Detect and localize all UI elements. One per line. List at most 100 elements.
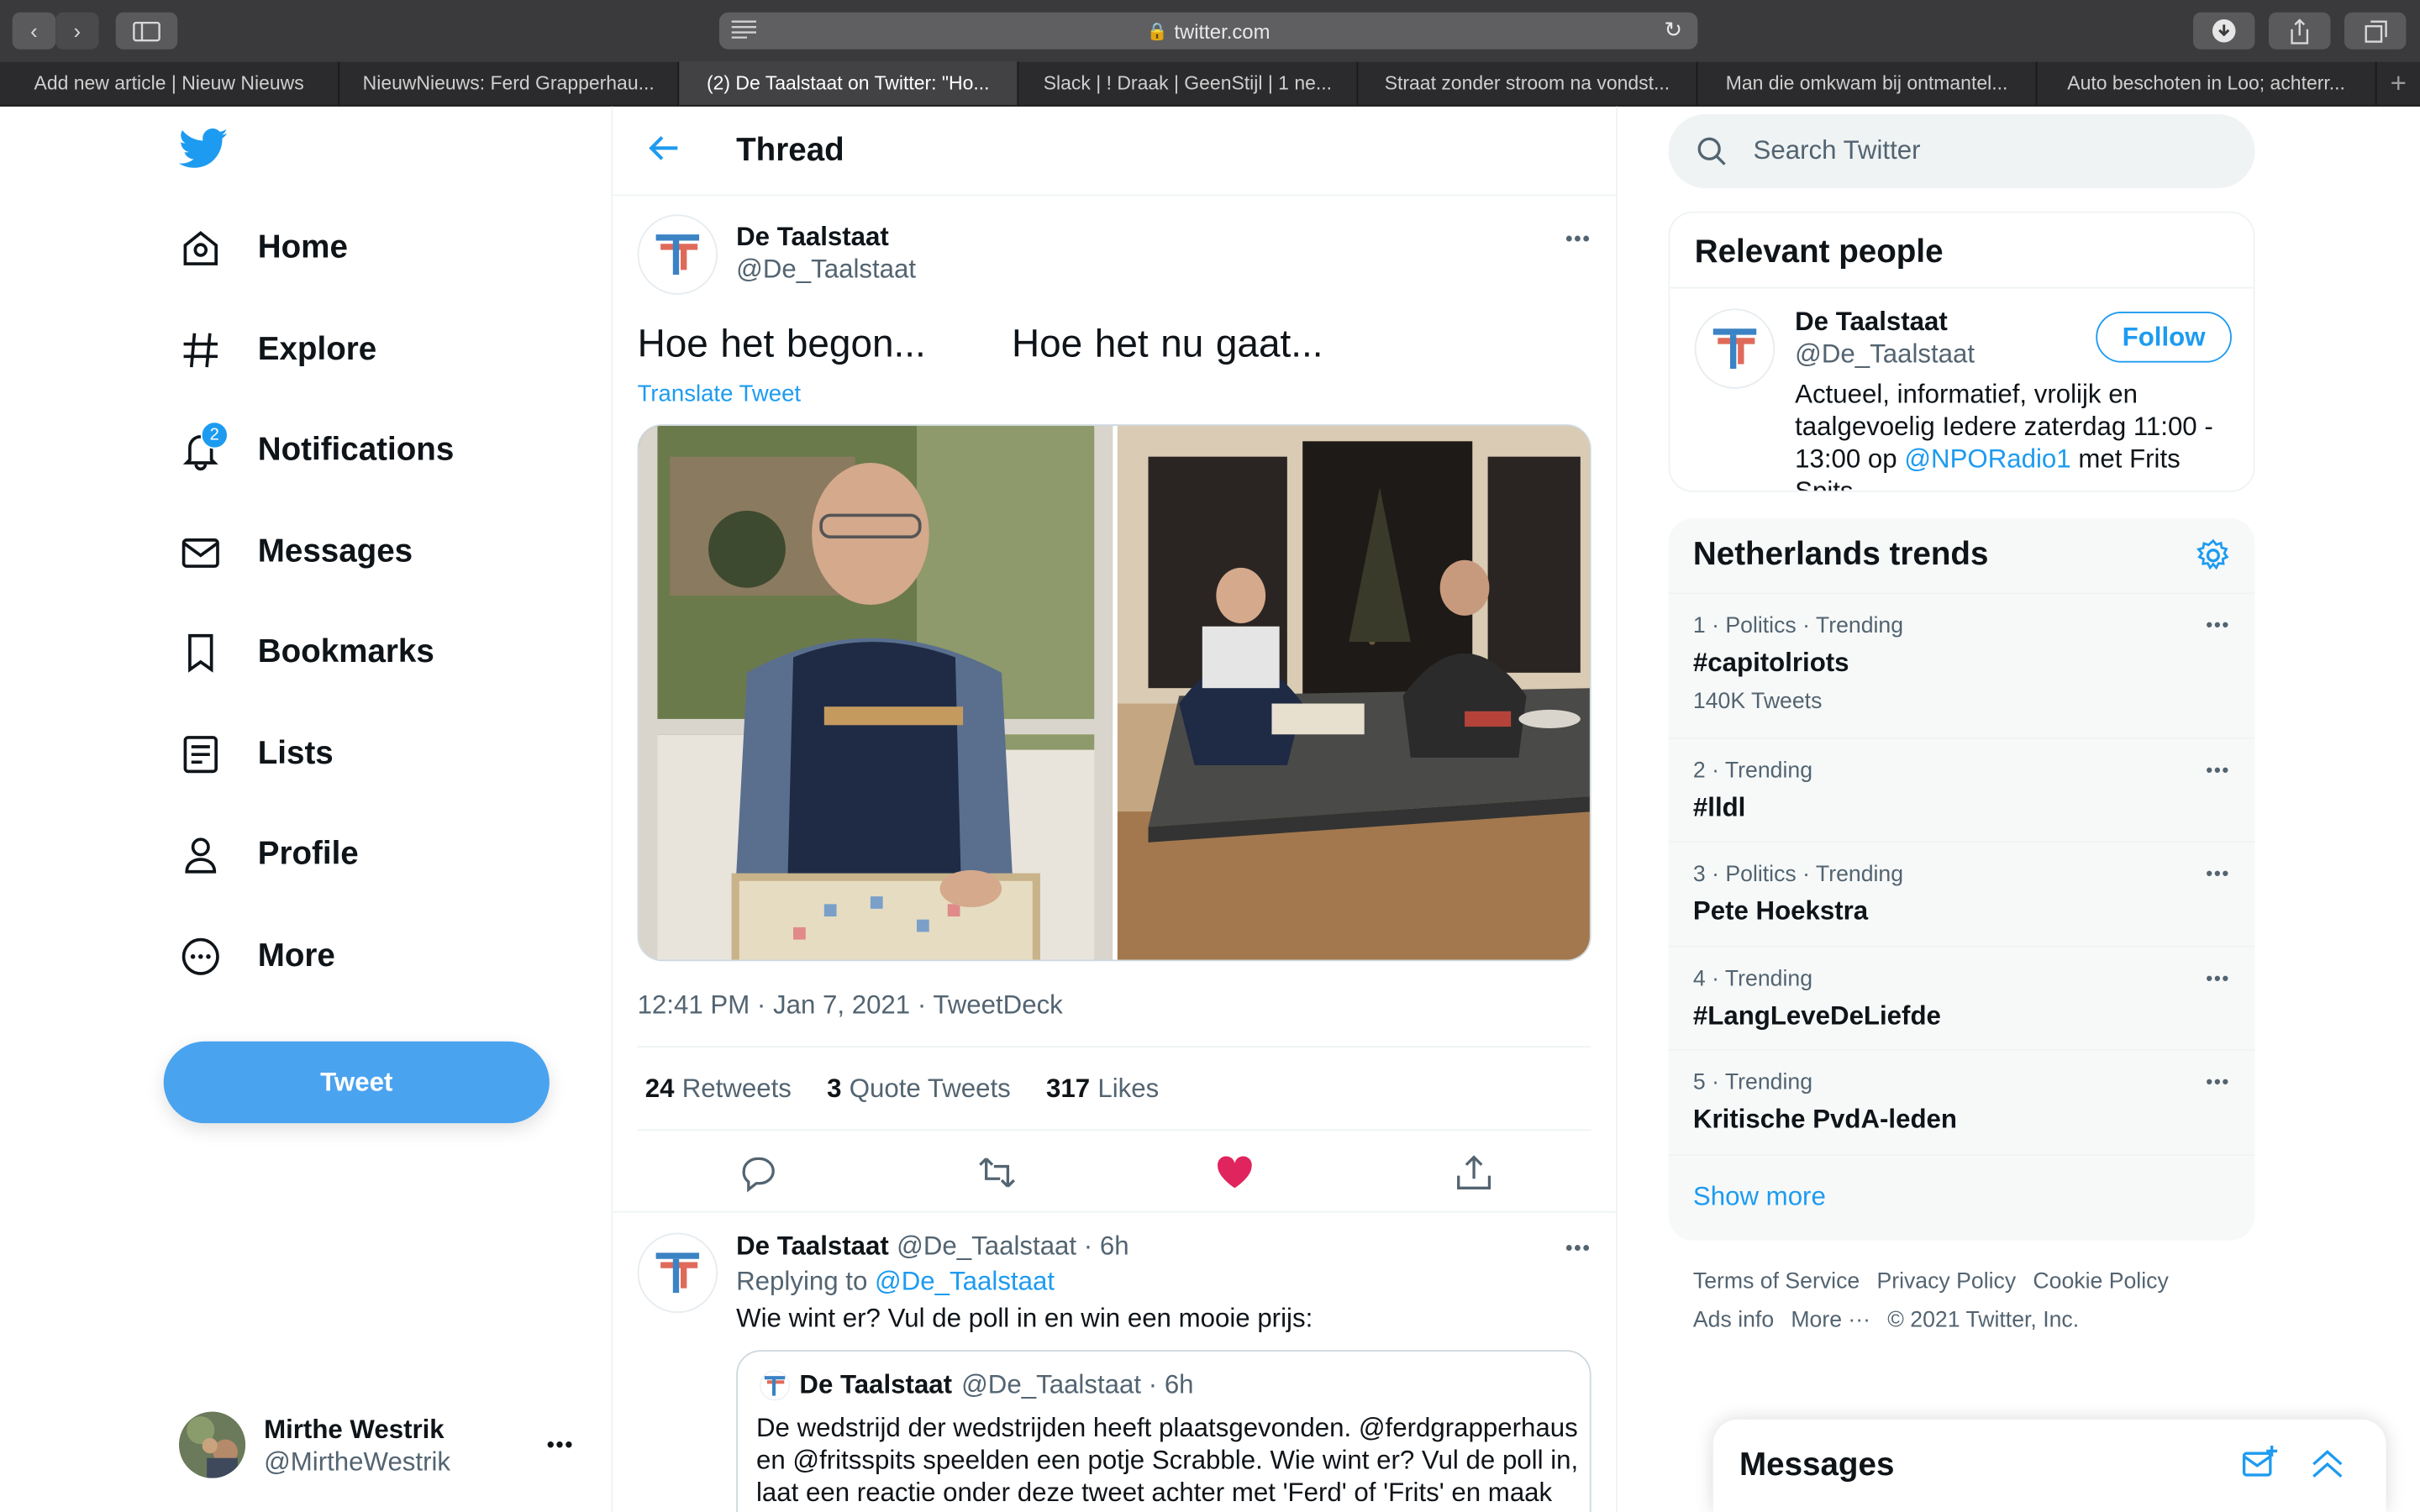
downloads-button[interactable] [2193, 12, 2255, 50]
more-dots-icon[interactable]: ••• [547, 1431, 575, 1456]
author-handle[interactable]: @De_Taalstaat [736, 255, 916, 286]
messages-drawer[interactable]: Messages [1712, 1419, 2386, 1512]
tweet-actions [638, 1131, 1591, 1211]
browser-tab[interactable]: Man die omkwam bij ontmantel... [1697, 61, 2038, 105]
more-dots-icon[interactable]: ••• [2206, 614, 2230, 636]
retweets-stat[interactable]: 24 Retweets [645, 1073, 792, 1104]
tweet-timestamp[interactable]: 12:41 PM · Jan 7, 2021 · TweetDeck [638, 990, 1063, 1021]
quoted-tweet[interactable]: De Taalstaat @De_Taalstaat · 6h De wedst… [736, 1350, 1591, 1512]
person-handle[interactable]: @De_Taalstaat [1795, 339, 1975, 370]
new-tab-button[interactable]: + [2377, 61, 2420, 104]
nav-messages[interactable]: Messages [179, 522, 413, 583]
trend-item[interactable]: 1 · Politics · Trending #capitolriots 14… [1668, 592, 2255, 738]
relevant-people: Relevant people De Taalstaat @De_Taalsta… [1668, 211, 2255, 492]
envelope-icon [182, 538, 219, 568]
nav-lists[interactable]: Lists [179, 723, 334, 785]
tweet-button[interactable]: Tweet [163, 1041, 550, 1124]
tabs-icon [2364, 19, 2386, 42]
more-dots-icon[interactable]: ••• [1565, 227, 1591, 250]
chevron-up-icon[interactable] [2309, 1444, 2346, 1481]
more-dots-icon[interactable]: ••• [1565, 1236, 1591, 1259]
follow-button[interactable]: Follow [2096, 312, 2232, 363]
twitter-logo-icon[interactable] [178, 128, 229, 177]
hashtag-icon [183, 333, 218, 368]
trend-item[interactable]: 2 · Trending #lldl ••• [1668, 737, 2255, 841]
back-arrow-icon[interactable] [647, 131, 681, 173]
gear-icon[interactable] [2196, 538, 2230, 572]
heart-icon[interactable] [1215, 1152, 1255, 1193]
more-dots-icon[interactable]: ••• [2206, 759, 2230, 781]
avatar[interactable] [637, 1232, 718, 1314]
trend-item[interactable]: 5 · Trending Kritische PvdA-leden ••• [1668, 1048, 2255, 1154]
footer-link[interactable]: Terms of Service [1693, 1270, 1860, 1294]
retweets-label: Retweets [681, 1073, 792, 1103]
account-handle: @MirtheWestrik [264, 1446, 451, 1477]
photo-right[interactable] [1117, 425, 1591, 961]
browser-tab[interactable]: Straat zonder stroom na vondst... [1358, 61, 1698, 105]
quoted-text: De wedstrijd der wedstrijden heeft plaat… [756, 1413, 1579, 1508]
sidebar-toggle-button[interactable] [115, 12, 178, 50]
nav-explore[interactable]: Explore [179, 319, 376, 381]
address-bar[interactable]: 🔒 twitter.com ↻ [718, 12, 1698, 50]
bio-mention-link[interactable]: @NPORadio1 [1904, 444, 2070, 474]
nav-notifications[interactable]: 2 Notifications [179, 420, 454, 481]
likes-stat[interactable]: 317 Likes [1046, 1073, 1159, 1104]
nav-label: More [257, 937, 335, 974]
browser-tab-active[interactable]: (2) De Taalstaat on Twitter: "Ho... [679, 61, 1019, 105]
more-dots-icon[interactable]: ••• [2206, 1071, 2230, 1093]
new-message-icon[interactable] [2241, 1444, 2278, 1481]
replying-handle-link[interactable]: @De_Taalstaat [875, 1267, 1055, 1296]
thread-column: Thread De Taalstaat @De_Taalstaat ••• Ho… [611, 106, 1618, 1512]
share-icon [2291, 18, 2309, 44]
search-placeholder: Search Twitter [1753, 135, 1921, 165]
list-icon [183, 736, 218, 774]
share-icon[interactable] [1454, 1152, 1494, 1193]
reload-icon[interactable]: ↻ [1664, 17, 1682, 43]
footer-link[interactable]: Privacy Policy [1876, 1270, 2016, 1294]
forward-nav-button[interactable]: › [55, 12, 99, 50]
trend-meta: 5 · Trending [1692, 1070, 1813, 1096]
search-input[interactable]: Search Twitter [1668, 113, 2255, 189]
author-name[interactable]: De Taalstaat [736, 222, 889, 253]
person-name[interactable]: De Taalstaat [1795, 307, 1948, 339]
back-nav-button[interactable]: ‹ [12, 12, 56, 50]
trend-count: 140K Tweets [1692, 690, 1823, 715]
more-dots-icon[interactable]: ••• [2206, 863, 2230, 885]
nav-profile[interactable]: Profile [179, 824, 359, 885]
browser-tab[interactable]: Slack | ! Draak | GeenStijl | 1 ne... [1018, 61, 1359, 105]
reply-author-name[interactable]: De Taalstaat [736, 1231, 889, 1263]
account-switcher[interactable]: Mirthe Westrik @MirtheWestrik ••• [179, 1411, 581, 1480]
primary-nav: Home Explore 2 Notifications Messages Bo… [0, 107, 611, 1512]
nav-bookmarks[interactable]: Bookmarks [179, 622, 434, 683]
retweet-icon[interactable] [977, 1152, 1018, 1193]
replying-to: Replying to @De_Taalstaat [736, 1267, 1055, 1298]
quotes-stat[interactable]: 3 Quote Tweets [827, 1073, 1011, 1104]
trend-item[interactable]: 4 · Trending #LangLeveDeLiefde ••• [1668, 945, 2255, 1049]
share-button[interactable] [2269, 12, 2331, 50]
divider [613, 1210, 1618, 1213]
tweet-media[interactable] [637, 424, 1591, 962]
reply-icon[interactable] [738, 1152, 778, 1193]
tab-overview-button[interactable] [2344, 12, 2407, 50]
reply-text: Wie wint er? Vul de poll in en win een m… [736, 1304, 1313, 1333]
nav-label: Bookmarks [257, 633, 434, 670]
browser-tab[interactable]: Auto beschoten in Loo; achterr... [2037, 61, 2377, 105]
footer-link[interactable]: Ads info [1693, 1309, 1774, 1333]
browser-tab[interactable]: NieuwNieuws: Ferd Grapperhau... [339, 61, 680, 105]
person-icon [185, 837, 217, 874]
download-icon [2212, 18, 2236, 43]
browser-tab[interactable]: Add new article | Nieuw Nieuws [0, 61, 340, 105]
reply-handle-time[interactable]: @De_Taalstaat · 6h [897, 1231, 1128, 1263]
avatar[interactable] [1694, 308, 1776, 389]
translate-link[interactable]: Translate Tweet [638, 381, 801, 407]
avatar[interactable] [637, 214, 718, 295]
more-dots-icon[interactable]: ••• [2206, 968, 2230, 990]
nav-home[interactable]: Home [179, 218, 348, 279]
footer-link[interactable]: Cookie Policy [2033, 1270, 2168, 1294]
nav-more[interactable]: More [179, 926, 335, 987]
show-more-link[interactable]: Show more [1693, 1182, 1826, 1213]
home-icon [183, 230, 218, 265]
trend-item[interactable]: 3 · Politics · Trending Pete Hoekstra ••… [1668, 841, 2255, 946]
photo-left[interactable] [639, 425, 1113, 961]
footer-link[interactable]: More ··· [1791, 1309, 1870, 1333]
